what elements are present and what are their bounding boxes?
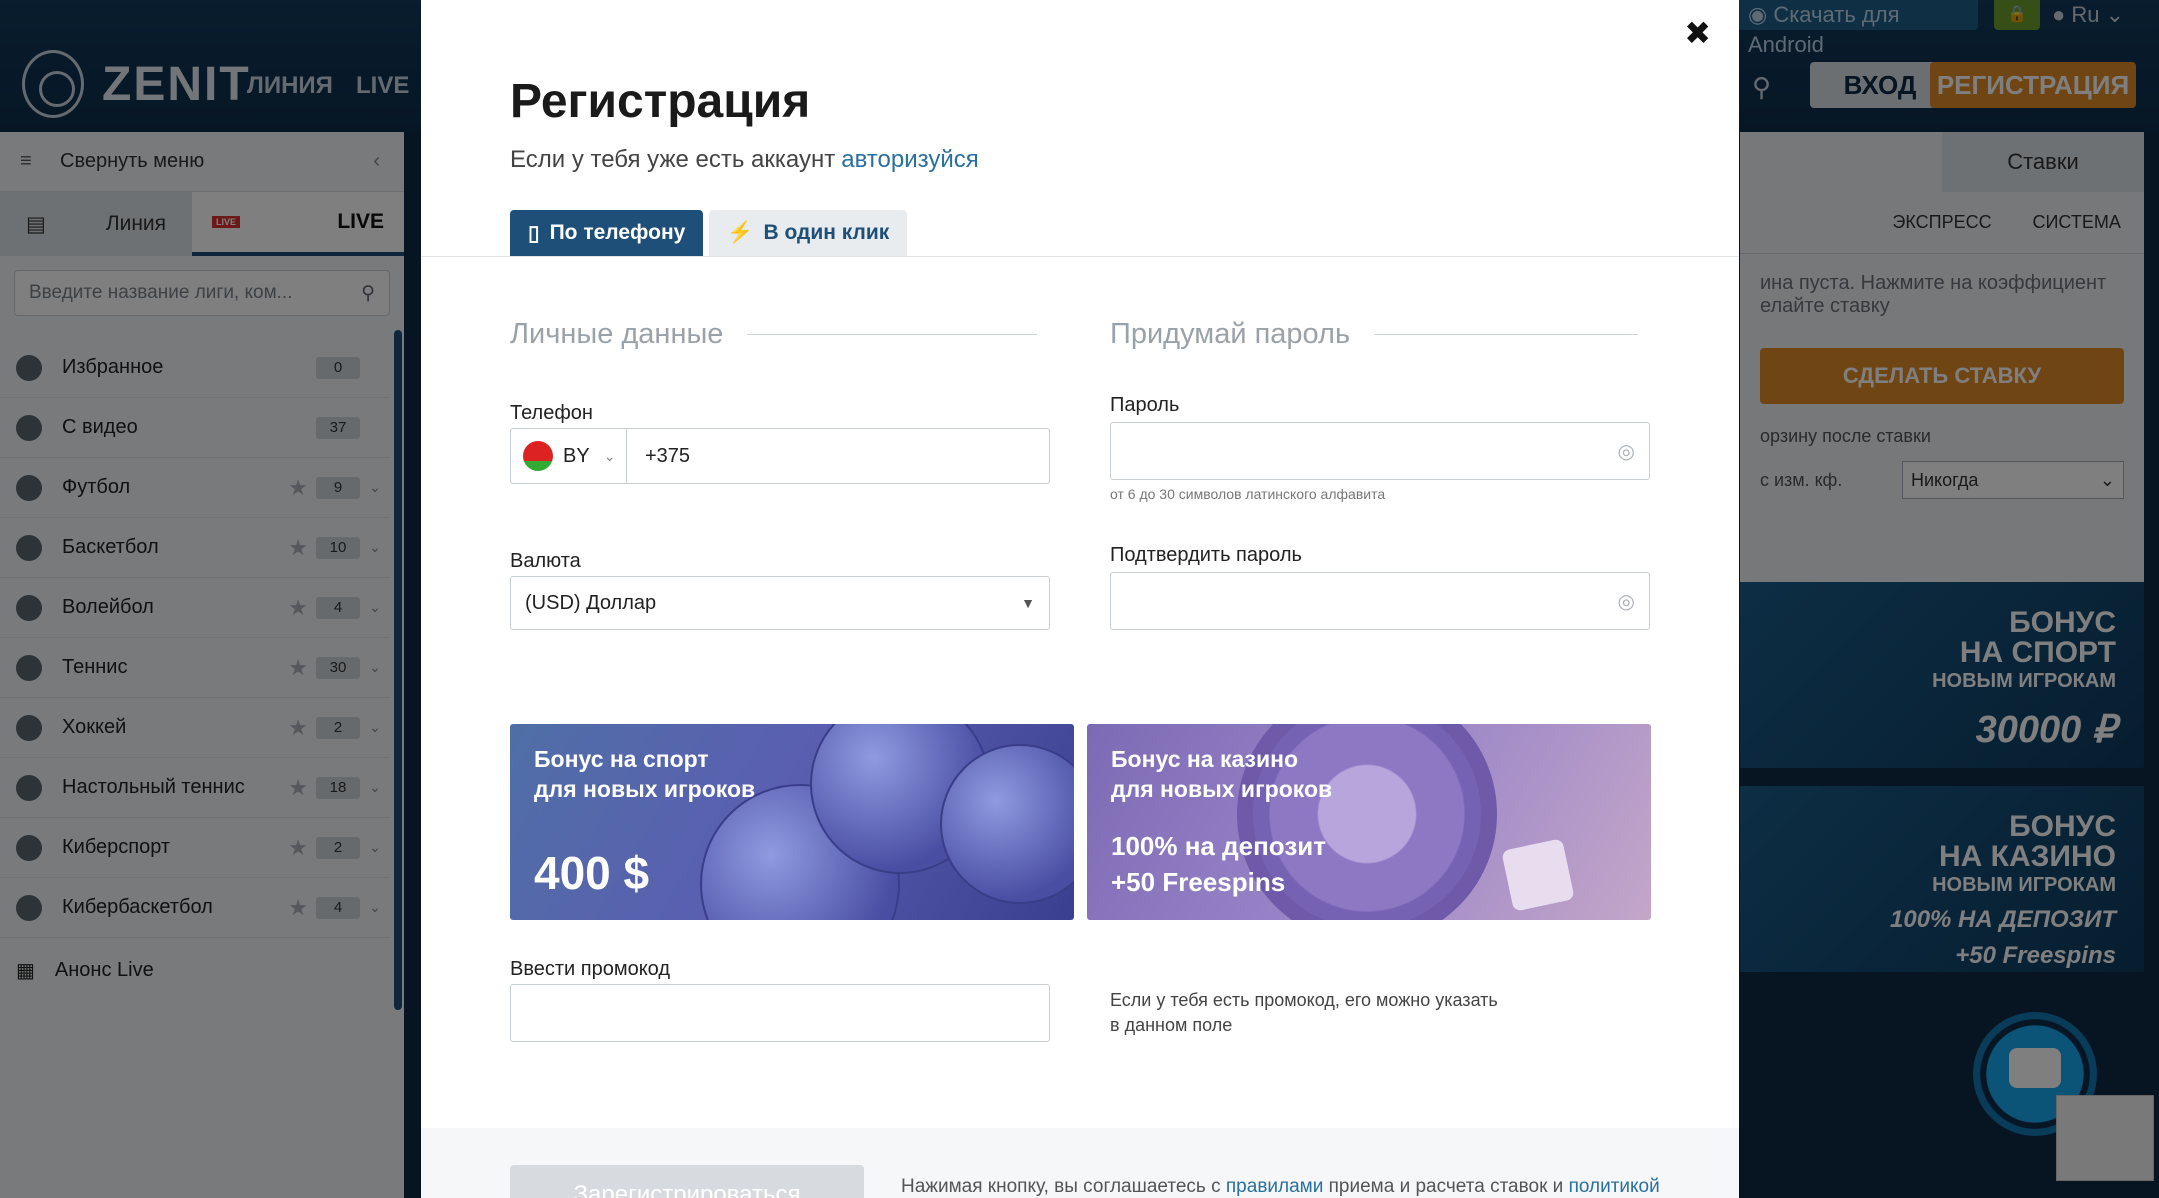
eye-hidden-icon[interactable]: ◎ [1618,439,1635,464]
currency-label: Валюта [510,550,581,572]
dice-decoration [1501,838,1575,912]
phone-field: BY ⌄ +375 [510,428,1050,484]
tab-one-click[interactable]: ⚡ В один клик [709,210,908,256]
confirm-password-label: Подтвердить пароль [1110,544,1302,566]
bonus-sport-card[interactable]: Бонус на спорт для новых игроков 400 $ [510,724,1074,920]
chevron-down-icon: ⌄ [603,447,616,464]
terms-agreement-text: Нажимая кнопку, вы соглашаетесь с правил… [901,1176,1660,1197]
login-link[interactable]: авторизуйся [841,146,979,173]
caret-down-icon: ▼ [1021,595,1035,611]
confirm-password-input[interactable]: ◎ [1110,572,1650,630]
bonus-casino-offer: 100% на депозит +50 Freespins [1111,831,1326,897]
tabs-divider [421,256,1739,257]
heading-line [1374,334,1639,335]
password-hint: от 6 до 30 символов латинского алфавита [1110,486,1386,502]
password-label: Пароль [1110,394,1180,416]
promo-code-input[interactable] [510,984,1050,1042]
registration-tabs: ▯ По телефону ⚡ В один клик [510,210,908,256]
promo-code-note: Если у тебя есть промокод, его можно ука… [1110,990,1498,1035]
tab-by-phone[interactable]: ▯ По телефону [510,210,704,256]
country-code-select[interactable]: BY ⌄ [511,429,627,483]
phone-icon: ▯ [528,221,540,245]
lightning-icon: ⚡ [727,221,754,244]
personal-data-heading: Личные данные [510,318,1038,351]
bonus-casino-card[interactable]: Бонус на казино для новых игроков 100% н… [1087,724,1651,920]
promo-code-label: Ввести промокод [510,958,671,980]
modal-subtitle: Если у тебя уже есть аккаунт авторизуйся [510,146,979,173]
rules-link[interactable]: правилами [1226,1176,1323,1197]
bonus-sport-amount: 400 $ [534,847,650,899]
phone-input[interactable]: +375 [627,445,690,468]
submit-registration-button[interactable]: Зарегистрироваться [510,1165,864,1198]
eye-hidden-icon[interactable]: ◎ [1618,589,1635,614]
currency-select[interactable]: (USD) Доллар ▼ [510,576,1050,630]
flag-by-icon [523,441,553,471]
registration-modal: ✖ Регистрация Если у тебя уже есть аккау… [421,0,1739,1198]
password-input[interactable]: ◎ [1110,422,1650,480]
phone-label: Телефон [510,402,593,424]
password-heading: Придумай пароль [1110,318,1639,351]
close-icon[interactable]: ✖ [1684,14,1711,52]
modal-title: Регистрация [510,75,811,128]
policy-link[interactable]: политикой [1569,1176,1660,1197]
heading-line [747,334,1038,335]
